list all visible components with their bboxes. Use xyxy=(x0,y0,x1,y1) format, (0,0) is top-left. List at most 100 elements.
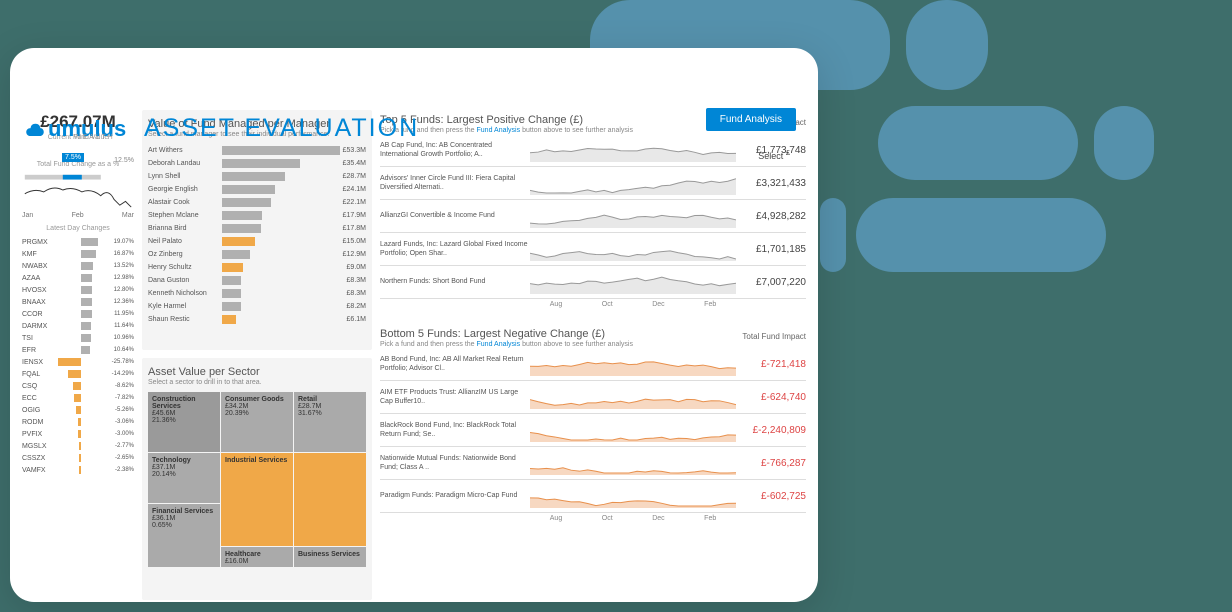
fund-analysis-button[interactable]: Fund Analysis xyxy=(706,108,796,131)
manager-row[interactable]: Kenneth Nicholson£8.3M xyxy=(148,287,366,300)
change-value: -3.00% xyxy=(104,431,134,437)
ticker: CSQ xyxy=(22,383,58,390)
ticker: OGIG xyxy=(22,407,58,414)
change-row[interactable]: MGSLX-2.77% xyxy=(22,440,134,452)
sectors-panel: Asset Value per Sector Select a sector t… xyxy=(142,358,372,600)
ticker: IENSX xyxy=(22,359,58,366)
manager-row[interactable]: Shaun Restic £6.1M xyxy=(148,313,366,326)
manager-name: Kyle Harmel xyxy=(148,303,222,310)
fund-row[interactable]: Lazard Funds, Inc: Lazard Global Fixed I… xyxy=(380,233,806,266)
bottom-funds-panel: Total Fund Impact Bottom 5 Funds: Larges… xyxy=(380,324,806,526)
manager-row[interactable]: Neil Palato£15.0M xyxy=(148,235,366,248)
manager-row[interactable]: Brianna Bird£17.8M xyxy=(148,222,366,235)
treemap-cell[interactable]: Technology£37.1M20.14% xyxy=(148,453,220,503)
mini-chart-months: JanFebMar xyxy=(22,212,134,219)
treemap-cell[interactable]: Construction Services£45.6M21.36% xyxy=(148,392,220,452)
change-row[interactable]: IENSX-25.78% xyxy=(22,356,134,368)
sparkline-icon xyxy=(530,484,736,508)
change-row[interactable]: ECC-7.82% xyxy=(22,392,134,404)
change-row[interactable]: NWABX13.52% xyxy=(22,260,134,272)
ticker: RODM xyxy=(22,419,58,426)
treemap-cell[interactable]: Business Services xyxy=(294,547,366,567)
ticker: KMF xyxy=(22,251,58,258)
change-row[interactable]: PRGMX 19.07% xyxy=(22,236,134,248)
treemap-cell[interactable] xyxy=(294,453,366,546)
ticker: CSSZX xyxy=(22,455,58,462)
manager-row[interactable]: Dana Guston£8.3M xyxy=(148,274,366,287)
fund-analysis-link[interactable]: Fund Analysis xyxy=(477,341,521,348)
manager-row[interactable]: Kyle Harmel£8.2M xyxy=(148,300,366,313)
fund-impact-value: £3,321,433 xyxy=(736,178,806,189)
fund-impact-value: £-2,240,809 xyxy=(736,425,806,436)
sparkline-icon xyxy=(530,171,736,195)
fund-row[interactable]: Northern Funds: Short Bond Fund£7,007,22… xyxy=(380,266,806,299)
currency-selector[interactable]: Select £ xyxy=(758,148,790,161)
change-row[interactable]: RODM-3.06% xyxy=(22,416,134,428)
change-row[interactable]: CSQ-8.62% xyxy=(22,380,134,392)
change-value: 19.07% xyxy=(104,239,134,245)
change-row[interactable]: BNAAX12.36% xyxy=(22,296,134,308)
manager-row[interactable]: Stephen Mclane£17.9M xyxy=(148,209,366,222)
manager-row[interactable]: Oz Zinberg£12.9M xyxy=(148,248,366,261)
change-value: 16.87% xyxy=(104,251,134,257)
fund-row[interactable]: Nationwide Mutual Funds: Nationwide Bond… xyxy=(380,447,806,480)
fund-row[interactable]: AB Bond Fund, Inc: AB All Market Real Re… xyxy=(380,348,806,381)
treemap-cell[interactable]: Industrial Services xyxy=(221,453,293,546)
change-row[interactable]: VAMFX-2.38% xyxy=(22,464,134,476)
manager-name: Art Withers xyxy=(148,147,222,154)
manager-value: £6.1M xyxy=(347,316,366,323)
fund-impact-value: £-602,725 xyxy=(736,491,806,502)
fund-managers-panel: Value of Fund Managed per Manager Select… xyxy=(142,110,372,350)
change-row[interactable]: PVFIX-3.00% xyxy=(22,428,134,440)
change-row[interactable]: KMF 16.87% xyxy=(22,248,134,260)
change-value: 11.95% xyxy=(104,311,134,317)
change-row[interactable]: TSI10.96% xyxy=(22,332,134,344)
change-row[interactable]: DARMX11.64% xyxy=(22,320,134,332)
change-row[interactable]: AZAA12.98% xyxy=(22,272,134,284)
manager-row[interactable]: Lynn Shell£28.7M xyxy=(148,170,366,183)
ticker: DARMX xyxy=(22,323,58,330)
treemap-cell[interactable]: Consumer Goods£34.2M20.39% xyxy=(221,392,293,452)
manager-name: Shaun Restic xyxy=(148,316,222,323)
manager-value: £22.1M xyxy=(343,199,366,206)
manager-row[interactable]: Henry Schultz£9.0M xyxy=(148,261,366,274)
change-row[interactable]: FQAL-14.29% xyxy=(22,368,134,380)
treemap-cell[interactable]: Retail£28.7M31.67% xyxy=(294,392,366,452)
fund-row[interactable]: AIM ETF Products Trust: AllianzIM US Lar… xyxy=(380,381,806,414)
bottom-funds-list: AB Bond Fund, Inc: AB All Market Real Re… xyxy=(380,348,806,513)
ticker: TSI xyxy=(22,335,58,342)
change-row[interactable]: HVOSX12.80% xyxy=(22,284,134,296)
treemap-cell[interactable]: Financial Services£36.1M0.65% xyxy=(148,504,220,567)
manager-row[interactable]: Alastair Cook£22.1M xyxy=(148,196,366,209)
manager-row[interactable]: Deborah Landau£35.4M xyxy=(148,157,366,170)
fund-row[interactable]: BlackRock Bond Fund, Inc: BlackRock Tota… xyxy=(380,414,806,447)
sector-treemap[interactable]: Construction Services£45.6M21.36% Consum… xyxy=(148,392,366,566)
fund-row[interactable]: AB Cap Fund, Inc: AB Concentrated Intern… xyxy=(380,134,806,167)
right-column: Total Fund Impact Top 5 Funds: Largest P… xyxy=(380,110,806,600)
ticker: NWABX xyxy=(22,263,58,270)
ticker: PRGMX xyxy=(22,239,58,246)
fund-impact-value: £-624,740 xyxy=(736,392,806,403)
fund-row[interactable]: AllianzGI Convertible & Income Fund£4,92… xyxy=(380,200,806,233)
manager-value: £8.3M xyxy=(347,277,366,284)
change-row[interactable]: EFR10.64% xyxy=(22,344,134,356)
manager-value: £17.9M xyxy=(343,212,366,219)
sparkline-icon xyxy=(530,418,736,442)
manager-row[interactable]: Art Withers£53.3M xyxy=(148,144,366,157)
cloud-icon xyxy=(24,122,46,136)
fund-analysis-link[interactable]: Fund Analysis xyxy=(477,127,521,134)
fund-name: Lazard Funds, Inc: Lazard Global Fixed I… xyxy=(380,240,530,258)
manager-name: Lynn Shell xyxy=(148,173,222,180)
fund-impact-value: £-766,287 xyxy=(736,458,806,469)
fund-name: Northern Funds: Short Bond Fund xyxy=(380,277,530,286)
fund-row[interactable]: Paradigm Funds: Paradigm Micro-Cap Fund£… xyxy=(380,480,806,513)
change-row[interactable]: OGIG-5.26% xyxy=(22,404,134,416)
treemap-cell[interactable]: Healthcare£16.0M xyxy=(221,547,293,567)
change-row[interactable]: CCOR11.95% xyxy=(22,308,134,320)
fund-name: BlackRock Bond Fund, Inc: BlackRock Tota… xyxy=(380,421,530,439)
change-row[interactable]: CSSZX-2.65% xyxy=(22,452,134,464)
sparkline-icon xyxy=(530,451,736,475)
manager-row[interactable]: Georgie English£24.1M xyxy=(148,183,366,196)
fund-row[interactable]: Advisors' Inner Circle Fund III: Fiera C… xyxy=(380,167,806,200)
ticker: VAMFX xyxy=(22,467,58,474)
